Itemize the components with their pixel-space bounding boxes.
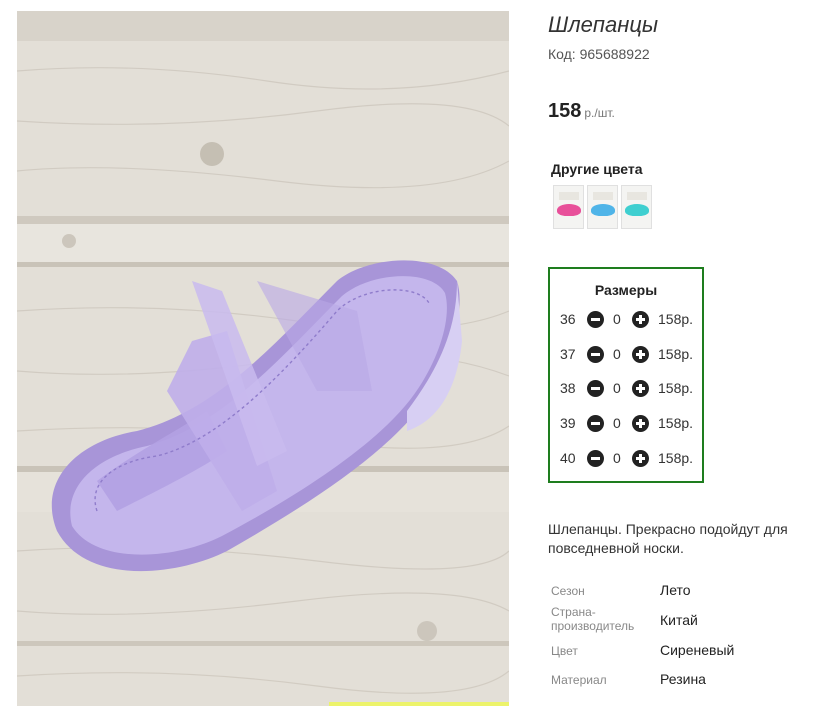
size-label: 37	[560, 346, 576, 362]
quantity-value: 0	[613, 346, 621, 362]
size-price: 158р.	[658, 346, 694, 362]
property-key: Цвет	[551, 644, 578, 658]
property-value: Сиреневый	[660, 642, 735, 658]
property-key: Страна-производитель	[551, 605, 635, 633]
size-price: 158р.	[658, 380, 694, 396]
color-swatch-turquoise[interactable]	[621, 185, 652, 229]
size-label: 39	[560, 415, 576, 431]
increase-button[interactable]	[632, 415, 649, 432]
size-label: 36	[560, 311, 576, 327]
product-code: Код: 965688922	[548, 46, 650, 62]
price-unit: р./шт.	[584, 106, 615, 120]
decrease-button[interactable]	[587, 450, 604, 467]
quantity-value: 0	[613, 380, 621, 396]
size-row: 37 0 158р.	[550, 344, 702, 364]
product-photo[interactable]	[17, 11, 509, 706]
property-key: Материал	[551, 673, 607, 687]
decrease-button[interactable]	[587, 415, 604, 432]
decrease-button[interactable]	[587, 346, 604, 363]
quantity-value: 0	[613, 311, 621, 327]
property-value: Резина	[660, 671, 706, 687]
property-value: Китай	[660, 612, 698, 628]
size-price: 158р.	[658, 311, 694, 327]
size-row: 38 0 158р.	[550, 378, 702, 398]
product-title: Шлепанцы	[548, 12, 659, 37]
size-price: 158р.	[658, 415, 694, 431]
color-swatch-pink[interactable]	[553, 185, 584, 229]
quantity-value: 0	[613, 415, 621, 431]
quantity-value: 0	[613, 450, 621, 466]
increase-button[interactable]	[632, 450, 649, 467]
decrease-button[interactable]	[587, 311, 604, 328]
size-row: 39 0 158р.	[550, 413, 702, 433]
size-row: 40 0 158р.	[550, 448, 702, 468]
property-key: Сезон	[551, 584, 585, 598]
increase-button[interactable]	[632, 380, 649, 397]
increase-button[interactable]	[632, 346, 649, 363]
color-swatch-blue[interactable]	[587, 185, 618, 229]
product-description: Шлепанцы. Прекрасно подойдут для повседн…	[548, 521, 788, 556]
other-colors-title: Другие цвета	[551, 161, 643, 177]
decrease-button[interactable]	[587, 380, 604, 397]
color-swatches	[553, 185, 652, 229]
increase-button[interactable]	[632, 311, 649, 328]
size-label: 40	[560, 450, 576, 466]
sizes-title: Размеры	[594, 282, 658, 298]
size-row: 36 0 158р.	[550, 309, 702, 329]
sandal-image	[17, 11, 509, 706]
product-price: 158 р./шт.	[548, 100, 615, 123]
image-strip	[329, 702, 509, 706]
property-value: Лето	[660, 582, 691, 598]
price-value: 158	[548, 100, 582, 122]
sizes-panel: Размеры 36 0 158р. 37 0 158р. 38 0 158р.…	[548, 267, 704, 483]
size-label: 38	[560, 380, 576, 396]
size-price: 158р.	[658, 450, 694, 466]
